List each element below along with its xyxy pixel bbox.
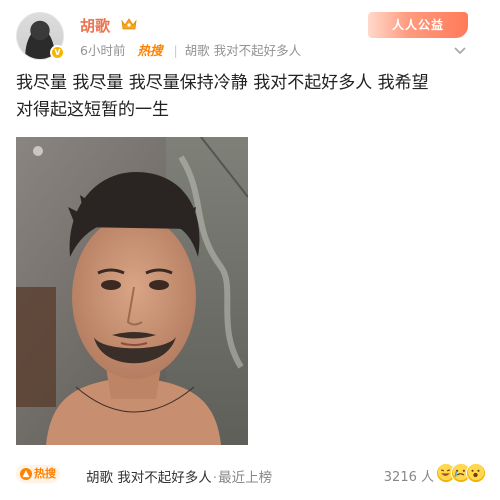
footer-topic-text: 胡歌 我对不起好多人 xyxy=(86,470,212,486)
footer-topic-link[interactable]: 胡歌 我对不起好多人·最近上榜 xyxy=(86,466,272,486)
meta-separator: | xyxy=(173,43,178,58)
hot-search-label[interactable]: 热搜 xyxy=(137,43,162,58)
post-body: 我尽量 我尽量 我尽量保持冷静 我对不起好多人 我希望 对得起这短暂的一生 xyxy=(16,70,486,124)
wow-emoji-icon xyxy=(466,463,486,483)
post-text-line-1: 我尽量 我尽量 我尽量保持冷静 我对不起好多人 我希望 xyxy=(16,73,429,93)
hot-topic-link[interactable]: 胡歌 我对不起好多人 xyxy=(185,43,301,58)
crown-icon xyxy=(121,18,137,30)
chevron-down-icon[interactable] xyxy=(450,40,470,60)
author-name[interactable]: 胡歌 xyxy=(80,15,110,36)
post-footer: ▲ 热搜 胡歌 我对不起好多人·最近上榜 3216 人 xyxy=(16,462,486,486)
verified-badge-icon: V xyxy=(50,45,65,60)
reaction-emojis[interactable] xyxy=(436,463,486,485)
participant-count: 3216 人 xyxy=(383,470,434,485)
hot-search-tag[interactable]: ▲ 热搜 xyxy=(16,465,60,483)
post-time: 6小时前 xyxy=(80,43,126,58)
post-meta: 6小时前 热搜 | 胡歌 我对不起好多人 xyxy=(80,40,301,59)
portrait-image xyxy=(16,137,248,445)
footer-rank-text: 最近上榜 xyxy=(218,470,273,486)
footer-dot: · xyxy=(212,470,218,486)
post-header: V 胡歌 6小时前 热搜 | 胡歌 我对不起好多人 人人公益 xyxy=(16,12,486,60)
charity-badge[interactable]: 人人公益 xyxy=(368,12,468,38)
post-text-line-2: 对得起这短暂的一生 xyxy=(16,100,169,120)
post-photo[interactable] xyxy=(16,137,248,445)
hot-search-tag-label: 热搜 xyxy=(34,467,56,480)
flame-icon: ▲ xyxy=(20,468,32,480)
